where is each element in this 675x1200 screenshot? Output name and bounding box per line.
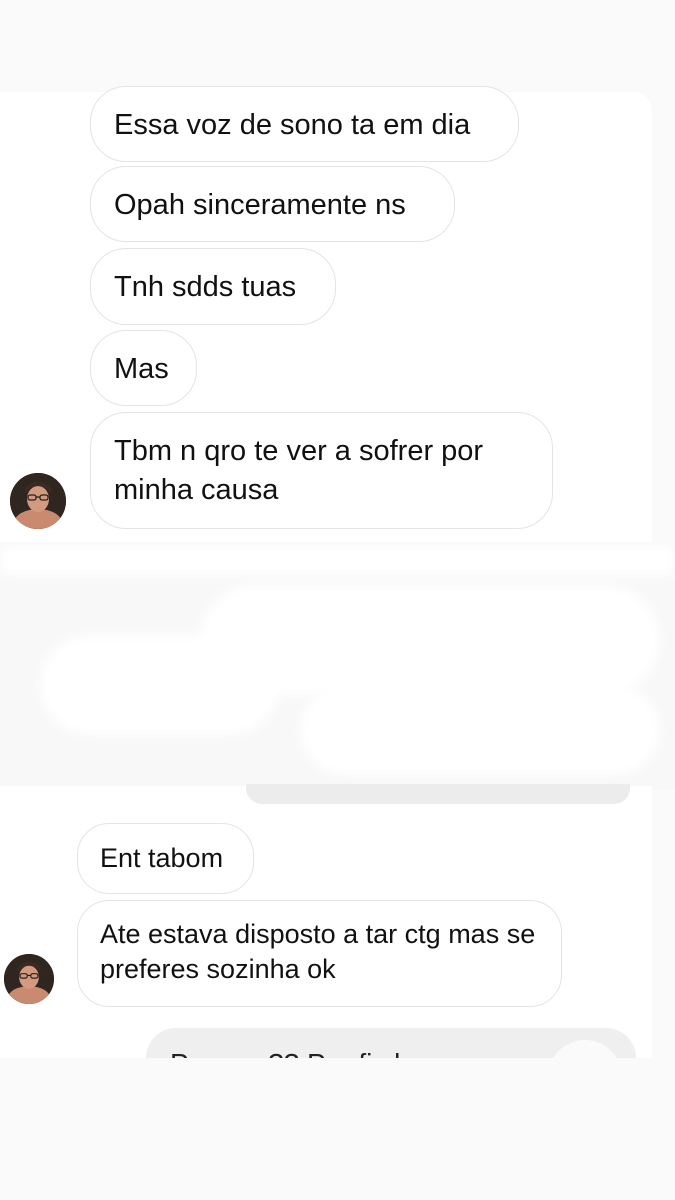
message-text: Essa voz de sono ta em dia	[114, 109, 471, 141]
blurred-region	[0, 545, 675, 790]
received-message[interactable]: Tbm n qro te ver a sofrer por minha caus…	[90, 412, 553, 529]
message-text: Ate estava disposto a tar ctg mas se pre…	[100, 919, 536, 984]
contact-avatar[interactable]	[10, 473, 66, 529]
partial-bubble-edge	[246, 784, 630, 804]
received-message[interactable]: Ate estava disposto a tar ctg mas se pre…	[77, 900, 562, 1007]
top-background	[0, 0, 675, 92]
received-message[interactable]: Opah sinceramente ns	[90, 166, 455, 242]
message-text: Opah sinceramente ns	[114, 189, 406, 221]
contact-avatar[interactable]	[4, 954, 54, 1004]
received-message[interactable]: Tnh sdds tuas	[90, 248, 336, 325]
message-text: Tnh sdds tuas	[114, 271, 297, 303]
message-text: Ent tabom	[100, 843, 224, 873]
avatar-icon	[4, 954, 54, 1004]
received-message[interactable]: Ent tabom	[77, 823, 254, 894]
avatar-icon	[10, 473, 66, 529]
message-text: Tbm n qro te ver a sofrer por minha caus…	[114, 435, 484, 506]
bottom-background	[0, 1058, 675, 1200]
received-message[interactable]: Mas	[90, 330, 197, 406]
received-message[interactable]: Essa voz de sono ta em dia	[90, 86, 519, 162]
message-text: Mas	[114, 353, 169, 385]
